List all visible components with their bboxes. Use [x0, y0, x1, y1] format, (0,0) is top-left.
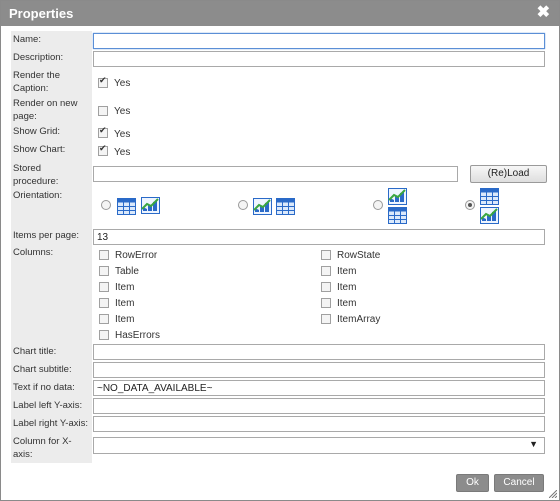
description-input[interactable]	[93, 51, 545, 67]
no-data-text-input[interactable]	[93, 380, 545, 396]
label-column-for-x-axis: Column for X-axis:	[13, 436, 72, 460]
label-description: Description:	[13, 52, 64, 63]
label-stored-procedure: Stored procedure:	[13, 163, 59, 187]
chart-icon	[388, 188, 407, 205]
render-caption-checkbox[interactable]	[98, 76, 108, 88]
label-render-caption: Render the Caption:	[13, 70, 61, 94]
column-checkbox-item[interactable]	[321, 282, 331, 292]
label-columns: Columns:	[13, 247, 54, 258]
left-y-axis-label-input[interactable]	[93, 398, 545, 414]
orientation-radio-4[interactable]	[465, 200, 475, 210]
grid-icon	[388, 207, 407, 224]
right-y-axis-label-input[interactable]	[93, 416, 545, 432]
column-label: Item	[337, 282, 357, 293]
column-label: Table	[115, 266, 139, 277]
dialog-title: Properties	[9, 6, 74, 21]
show-grid-yes: Yes	[114, 129, 131, 140]
dialog-titlebar: Properties ✖	[1, 1, 559, 26]
chart-icon	[141, 197, 160, 214]
grid-icon	[480, 188, 499, 205]
name-input[interactable]	[93, 33, 545, 49]
column-checkbox-haserrors[interactable]	[99, 330, 109, 340]
column-label: Item	[115, 282, 135, 293]
stored-procedure-input[interactable]	[93, 166, 458, 182]
resize-grip-icon[interactable]	[549, 490, 557, 498]
column-label: Item	[337, 266, 357, 277]
items-per-page-input[interactable]	[93, 229, 545, 245]
label-show-grid: Show Grid:	[13, 126, 60, 137]
show-chart-checkbox[interactable]	[98, 144, 108, 156]
label-chart-title: Chart title:	[13, 346, 57, 357]
ok-button[interactable]: Ok	[456, 474, 489, 492]
column-checkbox-rowerror[interactable]	[99, 250, 109, 260]
close-icon[interactable]: ✖	[537, 3, 550, 23]
column-checkbox-item[interactable]	[99, 314, 109, 324]
orientation-radio-3[interactable]	[373, 200, 383, 210]
render-new-page-checkbox[interactable]	[98, 106, 108, 116]
chart-title-input[interactable]	[93, 344, 545, 360]
column-label: Item	[115, 314, 135, 325]
render-caption-yes: Yes	[114, 78, 131, 89]
column-checkbox-rowstate[interactable]	[321, 250, 331, 260]
grid-icon	[117, 198, 136, 215]
chart-icon	[253, 198, 272, 215]
column-label: Item	[337, 298, 357, 309]
orientation-radio-2[interactable]	[238, 200, 248, 210]
grid-icon	[276, 198, 295, 215]
column-checkbox-item[interactable]	[321, 266, 331, 276]
cancel-button[interactable]: Cancel	[494, 474, 544, 492]
label-chart-subtitle: Chart subtitle:	[13, 364, 72, 375]
column-checkbox-item[interactable]	[99, 298, 109, 308]
label-text-if-no-data: Text if no data:	[13, 382, 75, 393]
show-grid-checkbox[interactable]	[98, 126, 108, 138]
column-label: RowError	[115, 250, 158, 261]
column-checkbox-table[interactable]	[99, 266, 109, 276]
label-left-y-axis: Label left Y-axis:	[13, 400, 83, 411]
label-name: Name:	[13, 34, 41, 45]
label-orientation: Orientation:	[13, 190, 63, 201]
label-show-chart: Show Chart:	[13, 144, 66, 155]
column-checkbox-item[interactable]	[99, 282, 109, 292]
properties-dialog: Properties ✖ Name: Description: Render t…	[0, 0, 560, 501]
column-label: HasErrors	[115, 330, 161, 341]
label-render-new-page: Render on new page:	[13, 98, 78, 122]
dialog-footer: Ok Cancel	[1, 466, 559, 500]
label-items-per-page: Items per page:	[13, 230, 80, 241]
x-axis-column-select[interactable]: ▼	[93, 437, 545, 454]
chart-icon	[480, 207, 499, 224]
render-new-page-yes: Yes	[114, 106, 131, 117]
column-label: RowState	[337, 250, 381, 261]
dialog-body: Name: Description: Render the Caption: R…	[1, 26, 559, 466]
column-label: ItemArray	[337, 314, 381, 325]
reload-button[interactable]: (Re)Load	[470, 165, 547, 183]
orientation-radio-1[interactable]	[101, 200, 111, 210]
dropdown-arrow-icon: ▼	[529, 439, 538, 449]
column-checkbox-item[interactable]	[321, 298, 331, 308]
show-chart-yes: Yes	[114, 147, 131, 158]
label-right-y-axis: Label right Y-axis:	[13, 418, 88, 429]
column-checkbox-itemarray[interactable]	[321, 314, 331, 324]
column-label: Item	[115, 298, 135, 309]
chart-subtitle-input[interactable]	[93, 362, 545, 378]
